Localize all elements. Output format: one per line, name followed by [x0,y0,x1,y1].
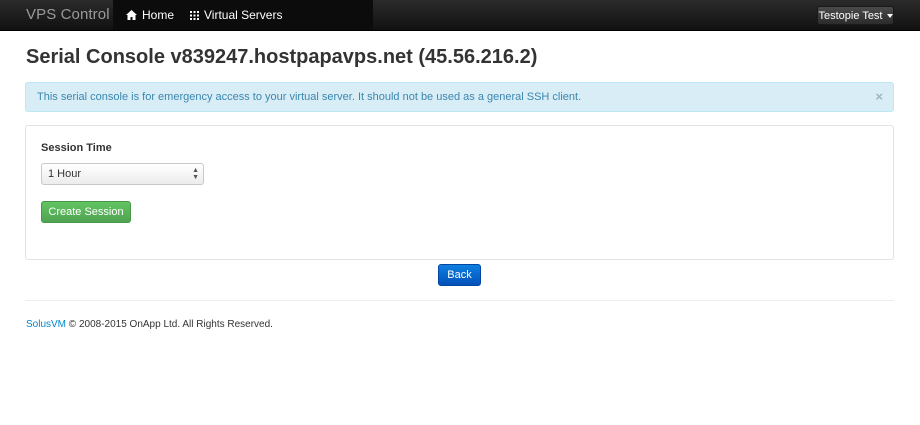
back-button[interactable]: Back [438,264,481,286]
session-panel: Session Time 1 Hour ▲ ▼ Create Session [25,125,894,260]
solusvm-link[interactable]: SolusVM [26,319,66,330]
brand-logo[interactable]: VPS Control [26,6,110,23]
footer: SolusVM © 2008-2015 OnApp Ltd. All Right… [26,319,273,330]
select-arrows-icon: ▲ ▼ [192,167,199,181]
top-navbar: VPS Control Home Virtual Servers Testopi… [0,0,920,31]
session-time-label: Session Time [41,142,112,154]
nav-virtual-servers[interactable]: Virtual Servers [190,0,282,30]
create-session-button[interactable]: Create Session [41,201,131,223]
nav-virtual-servers-label: Virtual Servers [204,8,283,22]
grid-icon [190,10,199,20]
close-icon[interactable]: × [875,83,883,111]
user-menu-button[interactable]: Testopie Test [817,6,894,25]
info-alert: This serial console is for emergency acc… [25,82,894,112]
alert-message: This serial console is for emergency acc… [37,91,582,103]
session-time-select[interactable]: 1 Hour ▲ ▼ [41,163,204,185]
home-icon [126,10,137,20]
caret-down-icon [886,13,893,18]
nav-home[interactable]: Home [126,0,174,30]
user-menu-label: Testopie Test [818,9,883,22]
session-time-value: 1 Hour [48,168,82,180]
footer-divider [25,300,894,301]
nav-home-label: Home [142,8,175,22]
copyright-text: © 2008-2015 OnApp Ltd. All Rights Reserv… [68,319,273,330]
page-title: Serial Console v839247.hostpapavps.net (… [26,46,538,68]
